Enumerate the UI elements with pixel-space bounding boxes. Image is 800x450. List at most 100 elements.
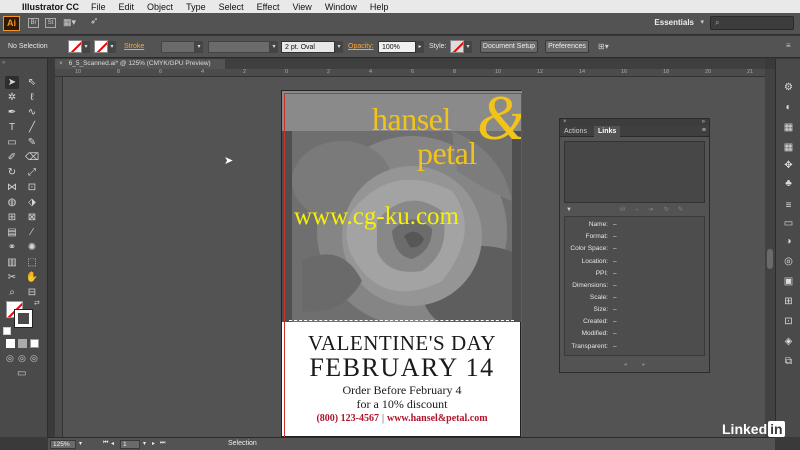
last-artboard-icon[interactable]: ⏭: [160, 440, 165, 447]
brush-definition[interactable]: 2 pt. Oval: [281, 41, 335, 53]
gradient-mode-icon[interactable]: [18, 339, 27, 348]
current-tool-name[interactable]: Selection: [228, 440, 257, 447]
tab-actions[interactable]: Actions: [560, 126, 591, 137]
slice-tool-icon[interactable]: ✂: [5, 271, 19, 284]
next-link-icon[interactable]: ▸: [642, 362, 645, 368]
graphic-style-swatch[interactable]: [450, 40, 464, 53]
menu-file[interactable]: File: [91, 2, 106, 12]
blend-tool-icon[interactable]: ⚭: [5, 241, 19, 254]
direct-selection-tool-icon[interactable]: ⇖: [25, 76, 39, 89]
properties-icon[interactable]: ⚙: [782, 81, 795, 94]
layers-icon[interactable]: ◈: [782, 335, 795, 348]
graphic-styles-icon[interactable]: ▣: [782, 275, 795, 288]
artboard-tool-icon[interactable]: ⬚: [25, 256, 39, 269]
zoom-tool-icon[interactable]: ⌕: [5, 286, 19, 299]
artboard-number-field[interactable]: 1: [120, 440, 140, 449]
menu-object[interactable]: Object: [147, 2, 173, 12]
selection-tool-icon[interactable]: ➤: [5, 76, 19, 89]
draw-behind-icon[interactable]: ◎: [18, 353, 26, 364]
menu-select[interactable]: Select: [219, 2, 244, 12]
menu-help[interactable]: Help: [370, 2, 389, 12]
rectangle-tool-icon[interactable]: ▭: [5, 136, 19, 149]
relink-icon[interactable]: ⇔: [634, 205, 640, 215]
line-tool-icon[interactable]: ╱: [25, 121, 39, 134]
live-paint-tool-icon[interactable]: ⬗: [25, 196, 39, 209]
stock-button[interactable]: St: [45, 18, 56, 28]
column-graph-tool-icon[interactable]: ▥: [5, 256, 19, 269]
stroke-weight-field[interactable]: [161, 41, 195, 53]
preferences-button[interactable]: Preferences: [545, 40, 589, 53]
swatches-icon[interactable]: ▦: [782, 141, 795, 154]
vertical-scrollbar[interactable]: [765, 69, 775, 437]
magic-wand-tool-icon[interactable]: ✲: [5, 91, 19, 104]
free-transform-tool-icon[interactable]: ⊡: [25, 181, 39, 194]
default-colors-icon[interactable]: [3, 327, 11, 335]
swap-fill-stroke-icon[interactable]: ⇄: [34, 299, 40, 307]
links-list[interactable]: [564, 141, 705, 203]
none-mode-icon[interactable]: [30, 339, 39, 348]
go-to-link-icon[interactable]: ⇥: [648, 205, 653, 215]
profile-dropdown-icon[interactable]: ▾: [270, 41, 278, 53]
scale-tool-icon[interactable]: ⤢: [25, 166, 39, 179]
panel-title-bar[interactable]: × »: [560, 119, 709, 126]
lasso-tool-icon[interactable]: ℓ: [25, 91, 39, 104]
menu-effect[interactable]: Effect: [257, 2, 280, 12]
fill-dropdown-icon[interactable]: ▾: [82, 41, 90, 53]
collapse-icon[interactable]: »: [2, 60, 5, 66]
curvature-tool-icon[interactable]: ∿: [25, 106, 39, 119]
stroke-swatch[interactable]: [94, 40, 108, 53]
gradient-icon[interactable]: ▭: [782, 217, 795, 230]
stock-search-input[interactable]: ⌕: [710, 16, 794, 30]
brushes-icon[interactable]: ✥: [782, 159, 795, 172]
update-link-icon[interactable]: ↻: [664, 205, 669, 215]
color-mode-icon[interactable]: [6, 339, 15, 348]
document-tab[interactable]: × 6_5_Scanned.ai* @ 125% (CMYK/GPU Previ…: [55, 59, 225, 69]
gradient-tool-icon[interactable]: ▤: [5, 226, 19, 239]
app-menu[interactable]: Illustrator CC: [22, 2, 79, 12]
rotate-tool-icon[interactable]: ↻: [5, 166, 19, 179]
opacity-dropdown-icon[interactable]: ▸: [416, 41, 424, 53]
style-dropdown-icon[interactable]: ▾: [464, 41, 472, 53]
eraser-tool-icon[interactable]: ⌫: [25, 151, 39, 164]
embed-link-icon[interactable]: ⛁: [620, 205, 625, 215]
next-artboard-icon[interactable]: ▸: [152, 440, 155, 447]
arrange-icon[interactable]: ⊞▾: [598, 42, 609, 51]
stroke-color-swatch[interactable]: [14, 309, 33, 328]
shaper-tool-icon[interactable]: ✐: [5, 151, 19, 164]
scrollbar-thumb[interactable]: [767, 249, 773, 269]
show-info-icon[interactable]: ▼: [566, 205, 572, 215]
mesh-tool-icon[interactable]: ⊠: [25, 211, 39, 224]
perspective-grid-tool-icon[interactable]: ⊞: [5, 211, 19, 224]
eyedropper-tool-icon[interactable]: ⁄: [25, 226, 39, 239]
menu-view[interactable]: View: [292, 2, 311, 12]
stroke-label[interactable]: Stroke: [124, 43, 144, 50]
hand-tool-icon[interactable]: ✋: [25, 271, 39, 284]
brush-dropdown-icon[interactable]: ▾: [335, 41, 343, 53]
collapse-panel-icon[interactable]: »: [702, 119, 705, 126]
close-icon[interactable]: ×: [563, 119, 567, 126]
previous-artboard-icon[interactable]: ◂: [111, 440, 114, 447]
opacity-field[interactable]: 100%: [378, 41, 416, 53]
gpu-performance-icon[interactable]: ➶: [90, 16, 98, 27]
zoom-dropdown-icon[interactable]: ▾: [79, 440, 82, 447]
transparency-icon[interactable]: ◑: [782, 235, 795, 248]
artboards-icon[interactable]: ⧉: [782, 355, 795, 368]
transform-icon[interactable]: ⊡: [782, 315, 795, 328]
horizontal-ruler[interactable]: 10 8 6 4 2 0 2 4 6 8 10 12 14 16 18 20 2…: [55, 69, 765, 77]
bridge-button[interactable]: Br: [28, 18, 39, 28]
panel-menu-icon[interactable]: ≡: [702, 127, 706, 134]
bounding-box-edge[interactable]: [289, 320, 514, 322]
artboard-dropdown-icon[interactable]: ▾: [143, 440, 146, 447]
zoom-field[interactable]: 125%: [50, 440, 76, 449]
menu-window[interactable]: Window: [325, 2, 357, 12]
chevron-down-icon[interactable]: ▾: [700, 18, 704, 26]
arrange-documents-icon[interactable]: ▦▾: [63, 17, 76, 28]
stroke-weight-dropdown-icon[interactable]: ▾: [195, 41, 203, 53]
menu-edit[interactable]: Edit: [119, 2, 135, 12]
panel-menu-icon[interactable]: ≡: [786, 41, 791, 50]
symbol-sprayer-tool-icon[interactable]: ✺: [25, 241, 39, 254]
draw-inside-icon[interactable]: ◎: [30, 353, 38, 364]
workspace-switcher[interactable]: Essentials: [654, 18, 694, 27]
stroke-dropdown-icon[interactable]: ▾: [108, 41, 116, 53]
type-tool-icon[interactable]: T: [5, 121, 19, 134]
